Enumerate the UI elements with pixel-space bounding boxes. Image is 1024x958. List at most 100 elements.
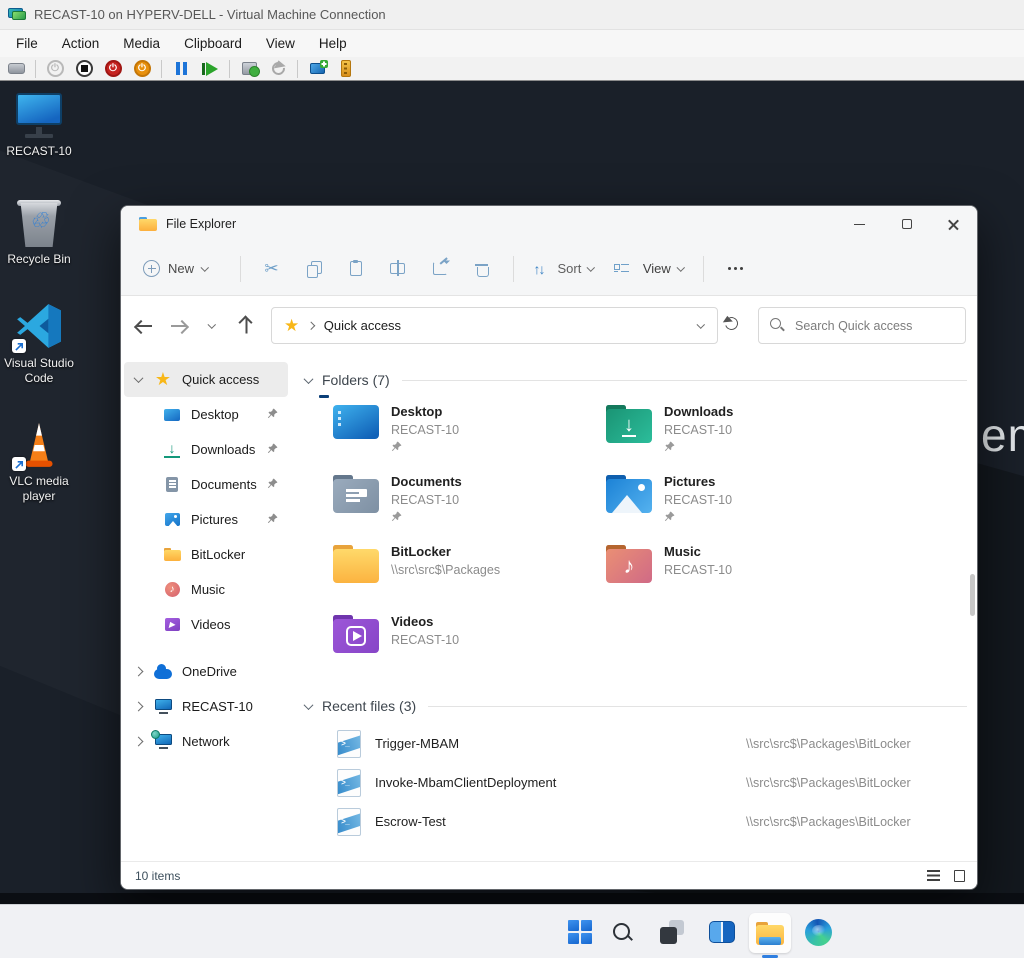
documents-folder-icon xyxy=(333,475,379,515)
maximize-button[interactable] xyxy=(883,206,930,242)
recent-file-row[interactable]: Escrow-Test \\src\src$\Packages\BitLocke… xyxy=(301,802,977,841)
forward-button[interactable] xyxy=(161,309,195,343)
folders-section-header[interactable]: Folders (7) xyxy=(301,370,977,390)
new-button[interactable]: New xyxy=(143,260,208,277)
desktop-icon-vlc[interactable]: VLC media player xyxy=(0,419,78,504)
cut-button[interactable]: ✂ xyxy=(251,251,293,287)
taskbar-file-explorer-button[interactable] xyxy=(749,913,791,953)
menu-media[interactable]: Media xyxy=(111,32,172,55)
search-input[interactable] xyxy=(795,319,955,333)
folder-tile-music[interactable]: ♪ Music RECAST-10 xyxy=(574,540,847,610)
onedrive-cloud-icon xyxy=(154,663,172,681)
pin-icon xyxy=(267,408,278,419)
enhanced-session-icon[interactable] xyxy=(307,59,327,79)
revert-icon[interactable] xyxy=(268,59,288,79)
delete-button[interactable] xyxy=(461,251,503,287)
folder-tile-pictures[interactable]: Pictures RECAST-10 xyxy=(574,470,847,540)
folder-tile-subtitle: \\src\src$\Packages xyxy=(391,562,500,578)
menu-file[interactable]: File xyxy=(4,32,50,55)
pin-icon xyxy=(391,441,459,452)
search-box[interactable] xyxy=(758,307,966,344)
sidebar-item-recast10[interactable]: RECAST-10 xyxy=(121,689,291,724)
menu-clipboard[interactable]: Clipboard xyxy=(172,32,254,55)
music-icon: ♪ xyxy=(163,581,181,599)
refresh-icon[interactable] xyxy=(723,315,740,332)
desktop-icon-recycle-bin[interactable]: ♲ Recycle Bin xyxy=(0,199,78,267)
share-button[interactable] xyxy=(419,251,461,287)
widgets-button[interactable] xyxy=(708,918,736,946)
toolbar-separator xyxy=(35,60,36,78)
recent-file-name: Escrow-Test xyxy=(375,814,446,829)
up-button[interactable] xyxy=(229,309,263,343)
sidebar-item-label: Pictures xyxy=(191,512,238,527)
folder-tile-bitlocker[interactable]: BitLocker \\src\src$\Packages xyxy=(301,540,574,610)
toolbar-separator xyxy=(297,60,298,78)
back-button[interactable] xyxy=(127,309,161,343)
rename-button[interactable] xyxy=(377,251,419,287)
explorer-addressbar-row: ★ Quick access xyxy=(121,296,977,356)
recent-file-row[interactable]: Invoke-MbamClientDeployment \\src\src$\P… xyxy=(301,763,977,802)
save-icon[interactable]: ⏻ xyxy=(132,59,152,79)
menu-help[interactable]: Help xyxy=(307,32,359,55)
checkpoint-icon[interactable] xyxy=(239,59,259,79)
view-button[interactable]: View xyxy=(604,261,693,276)
sidebar-item-quick-access[interactable]: ★ Quick access xyxy=(124,362,288,397)
sidebar-item-label: Quick access xyxy=(182,372,259,387)
pin-icon xyxy=(267,478,278,489)
desktop-icon-label: RECAST-10 xyxy=(6,144,71,159)
folder-tile-desktop[interactable]: Desktop RECAST-10 xyxy=(301,400,574,470)
explorer-commandbar: New ✂ ↑↓ Sort View xyxy=(121,242,977,296)
details-view-icon[interactable] xyxy=(927,870,940,881)
address-bar[interactable]: ★ Quick access xyxy=(271,307,718,344)
turn-off-icon[interactable] xyxy=(74,59,94,79)
task-view-button[interactable] xyxy=(658,918,686,946)
folder-tile-videos[interactable]: Videos RECAST-10 xyxy=(301,610,574,680)
menu-view[interactable]: View xyxy=(254,32,307,55)
thumbnail-view-icon[interactable] xyxy=(954,870,965,882)
recycle-bin-icon: ♲ xyxy=(16,199,62,247)
sidebar-item-documents[interactable]: Documents xyxy=(121,467,291,502)
address-dropdown-icon[interactable] xyxy=(696,320,704,328)
recent-locations-button[interactable] xyxy=(195,309,229,343)
folder-icon xyxy=(139,217,157,231)
edge-button[interactable] xyxy=(804,918,832,946)
desktop-icon-vscode[interactable]: Visual Studio Code xyxy=(0,301,78,386)
close-button[interactable] xyxy=(930,206,977,242)
sidebar-item-desktop[interactable]: Desktop xyxy=(121,397,291,432)
folder-tile-downloads[interactable]: ↓ Downloads RECAST-10 xyxy=(574,400,847,470)
vertical-scrollbar[interactable] xyxy=(970,574,975,616)
paste-button[interactable] xyxy=(335,251,377,287)
sidebar-item-pictures[interactable]: Pictures xyxy=(121,502,291,537)
copy-button[interactable] xyxy=(293,251,335,287)
sort-button[interactable]: ↑↓ Sort xyxy=(524,261,604,277)
folder-tile-name: Documents xyxy=(391,473,462,492)
resume-icon[interactable] xyxy=(200,59,220,79)
shut-down-icon[interactable]: ⏻ xyxy=(103,59,123,79)
sidebar-item-videos[interactable]: ▶ Videos xyxy=(121,607,291,642)
minimize-button[interactable] xyxy=(836,206,883,242)
commandbar-separator xyxy=(240,256,241,282)
recent-files-section-header[interactable]: Recent files (3) xyxy=(301,696,977,716)
folder-tile-documents[interactable]: Documents RECAST-10 xyxy=(301,470,574,540)
explorer-titlebar[interactable]: File Explorer xyxy=(121,206,977,242)
recent-file-row[interactable]: Trigger-MBAM \\src\src$\Packages\BitLock… xyxy=(301,724,977,763)
sidebar-item-music[interactable]: ♪ Music xyxy=(121,572,291,607)
sidebar-item-onedrive[interactable]: OneDrive xyxy=(121,654,291,689)
menu-action[interactable]: Action xyxy=(50,32,112,55)
pin-icon xyxy=(267,443,278,454)
more-options-button[interactable] xyxy=(714,251,756,287)
documents-icon xyxy=(163,476,181,494)
sidebar-item-network[interactable]: Network xyxy=(121,724,291,759)
start-button[interactable] xyxy=(566,918,594,946)
sidebar-item-label: Documents xyxy=(191,477,257,492)
ctrl-alt-del-icon[interactable] xyxy=(6,59,26,79)
media-icon[interactable] xyxy=(336,59,356,79)
wallpaper-text-fragment: em xyxy=(981,408,1024,462)
folder-icon xyxy=(756,922,784,945)
desktop-icon-recast10[interactable]: RECAST-10 xyxy=(0,93,78,159)
taskbar-search-button[interactable] xyxy=(608,918,636,946)
sidebar-item-downloads[interactable]: ↓ Downloads xyxy=(121,432,291,467)
sidebar-item-bitlocker[interactable]: BitLocker xyxy=(121,537,291,572)
windows-logo-icon xyxy=(568,920,592,944)
pause-icon[interactable] xyxy=(171,59,191,79)
